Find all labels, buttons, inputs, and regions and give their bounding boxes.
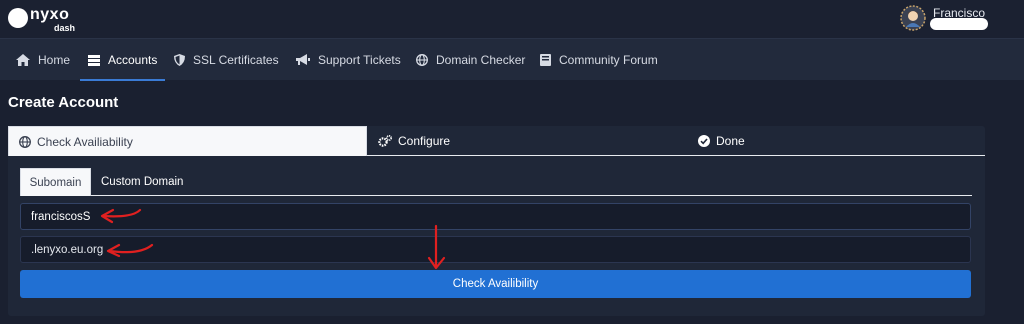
step-check-availability[interactable]: Check Availiability <box>8 126 367 156</box>
cogs-icon <box>378 135 392 147</box>
check-circle-icon <box>698 135 710 147</box>
logo[interactable]: nyxo dash <box>8 4 78 34</box>
logo-brand: nyxo <box>30 6 70 23</box>
megaphone-icon <box>296 54 310 65</box>
top-bar: nyxo dash Francisco <box>0 0 1024 38</box>
tab-custom-domain[interactable]: Custom Domain <box>101 168 183 196</box>
nav-item-accounts[interactable]: Accounts <box>79 39 166 81</box>
nav-label-home: Home <box>38 53 71 67</box>
nav-label-forum: Community Forum <box>559 53 658 67</box>
logo-mark <box>8 8 28 28</box>
subdomain-input[interactable] <box>20 203 971 230</box>
home-icon <box>16 54 30 66</box>
nav-item-forum[interactable]: Community Forum <box>540 39 658 81</box>
nav-item-home[interactable]: Home <box>16 39 70 81</box>
logo-sub: dash <box>54 23 76 33</box>
step-done[interactable]: Done <box>698 126 745 156</box>
globe-icon <box>19 135 31 148</box>
page-title: Create Account <box>8 94 119 111</box>
avatar <box>900 5 926 31</box>
domain-type-tabs: Subomain Custom Domain <box>20 168 972 196</box>
create-account-card: Check Availiability Configure Done Subom… <box>8 126 985 316</box>
step-label-check: Check Availiability <box>37 134 133 149</box>
nav-label-domain-checker: Domain Checker <box>436 53 526 67</box>
server-icon <box>88 54 100 66</box>
nav-item-ssl[interactable]: SSL Certificates <box>174 39 279 81</box>
globe-icon <box>416 54 428 66</box>
nav-label-ssl: SSL Certificates <box>193 53 279 67</box>
tab-subdomain[interactable]: Subomain <box>20 168 91 196</box>
nav-item-tickets[interactable]: Support Tickets <box>296 39 401 81</box>
nav-label-tickets: Support Tickets <box>318 53 401 67</box>
check-availability-button[interactable]: Check Availibility <box>20 270 971 298</box>
step-configure[interactable]: Configure <box>378 126 450 156</box>
user-menu[interactable]: Francisco <box>900 2 1020 36</box>
redaction-mark <box>930 18 988 30</box>
step-label-done: Done <box>716 134 745 148</box>
shield-icon <box>174 54 185 66</box>
step-label-configure: Configure <box>398 134 451 148</box>
book-icon <box>540 54 551 66</box>
nav-item-domain-checker[interactable]: Domain Checker <box>416 39 525 81</box>
nav-label-accounts: Accounts <box>108 53 158 67</box>
step-tabs: Check Availiability Configure Done <box>8 126 985 156</box>
main-nav: Home Accounts SSL Certificates Support T… <box>0 38 1024 81</box>
domain-suffix-field: .lenyxo.eu.org <box>20 236 971 263</box>
